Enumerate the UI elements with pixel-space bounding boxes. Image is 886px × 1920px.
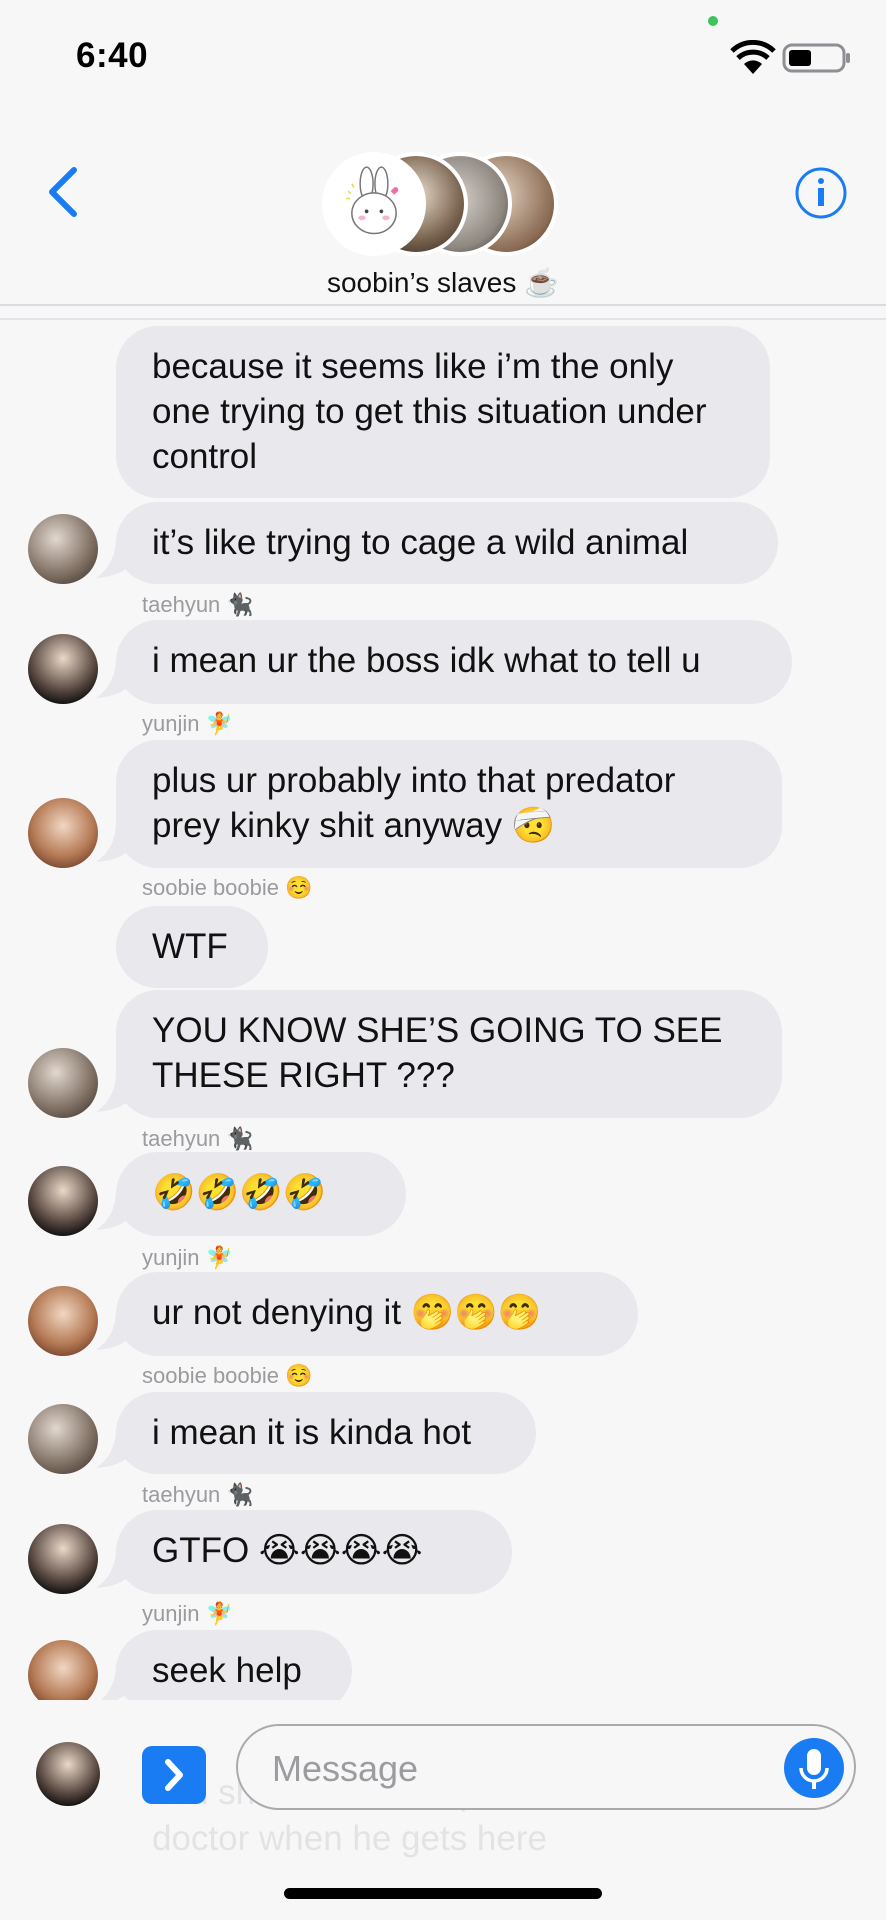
message-bubble[interactable]: 🤣🤣🤣🤣	[116, 1152, 406, 1236]
group-title[interactable]: soobin’s slaves ☕️	[0, 266, 886, 299]
message-placeholder: Message	[272, 1748, 419, 1789]
sender-label: taehyun 🐈‍⬛	[142, 1482, 254, 1507]
message-bubble[interactable]: i mean ur the boss idk what to tell u	[116, 620, 792, 704]
yunjin-avatar[interactable]	[28, 634, 98, 704]
bunny-icon	[346, 166, 399, 235]
soobie-avatar[interactable]	[28, 798, 98, 868]
status-time: 6:40	[76, 36, 149, 75]
apps-expand-button[interactable]	[142, 1746, 206, 1804]
microphone-button[interactable]	[784, 1738, 844, 1798]
message-bubble[interactable]: i mean it is kinda hot	[116, 1392, 536, 1474]
header-divider	[0, 318, 886, 320]
group-avatar-bunny	[322, 152, 426, 256]
sender-label: taehyun 🐈‍⬛	[142, 592, 254, 617]
typing-user-avatar	[36, 1742, 100, 1806]
sender-label: yunjin 🧚	[142, 1601, 233, 1626]
sender-label: soobie boobie ☺️	[142, 1363, 313, 1388]
taehyun-avatar[interactable]	[28, 1404, 98, 1474]
soobie-avatar[interactable]	[28, 1286, 98, 1356]
microphone-icon	[799, 1749, 829, 1789]
home-indicator[interactable]	[284, 1888, 602, 1899]
back-chevron-icon[interactable]	[44, 164, 84, 220]
taehyun-avatar[interactable]	[28, 514, 98, 584]
message-bubble[interactable]: it’s like trying to cage a wild animal	[116, 502, 778, 584]
yunjin-avatar[interactable]	[28, 1524, 98, 1594]
message-bubble[interactable]: because it seems like i’m the only one t…	[116, 326, 770, 498]
sender-label: yunjin 🧚	[142, 711, 233, 736]
yunjin-avatar[interactable]	[28, 1166, 98, 1236]
message-bubble[interactable]: ur not denying it 🤭🤭🤭	[116, 1272, 638, 1356]
message-bubble[interactable]: YOU KNOW SHE’S GOING TO SEE THESE RIGHT …	[116, 990, 782, 1118]
sender-label: yunjin 🧚	[142, 1245, 233, 1270]
chevron-right-icon	[165, 1759, 183, 1791]
battery-icon	[782, 43, 850, 73]
message-bubble[interactable]: plus ur probably into that predator prey…	[116, 740, 782, 868]
info-icon[interactable]	[794, 166, 848, 220]
taehyun-avatar[interactable]	[28, 1048, 98, 1118]
camera-indicator-dot	[708, 16, 718, 26]
message-bubble[interactable]: WTF	[116, 906, 268, 988]
sender-label: soobie boobie ☺️	[142, 875, 313, 900]
group-avatar-stack[interactable]	[322, 152, 562, 262]
sender-label: taehyun 🐈‍⬛	[142, 1126, 254, 1151]
message-bubble[interactable]: GTFO 😭😭😭😭	[116, 1510, 512, 1594]
wifi-icon	[730, 40, 776, 74]
